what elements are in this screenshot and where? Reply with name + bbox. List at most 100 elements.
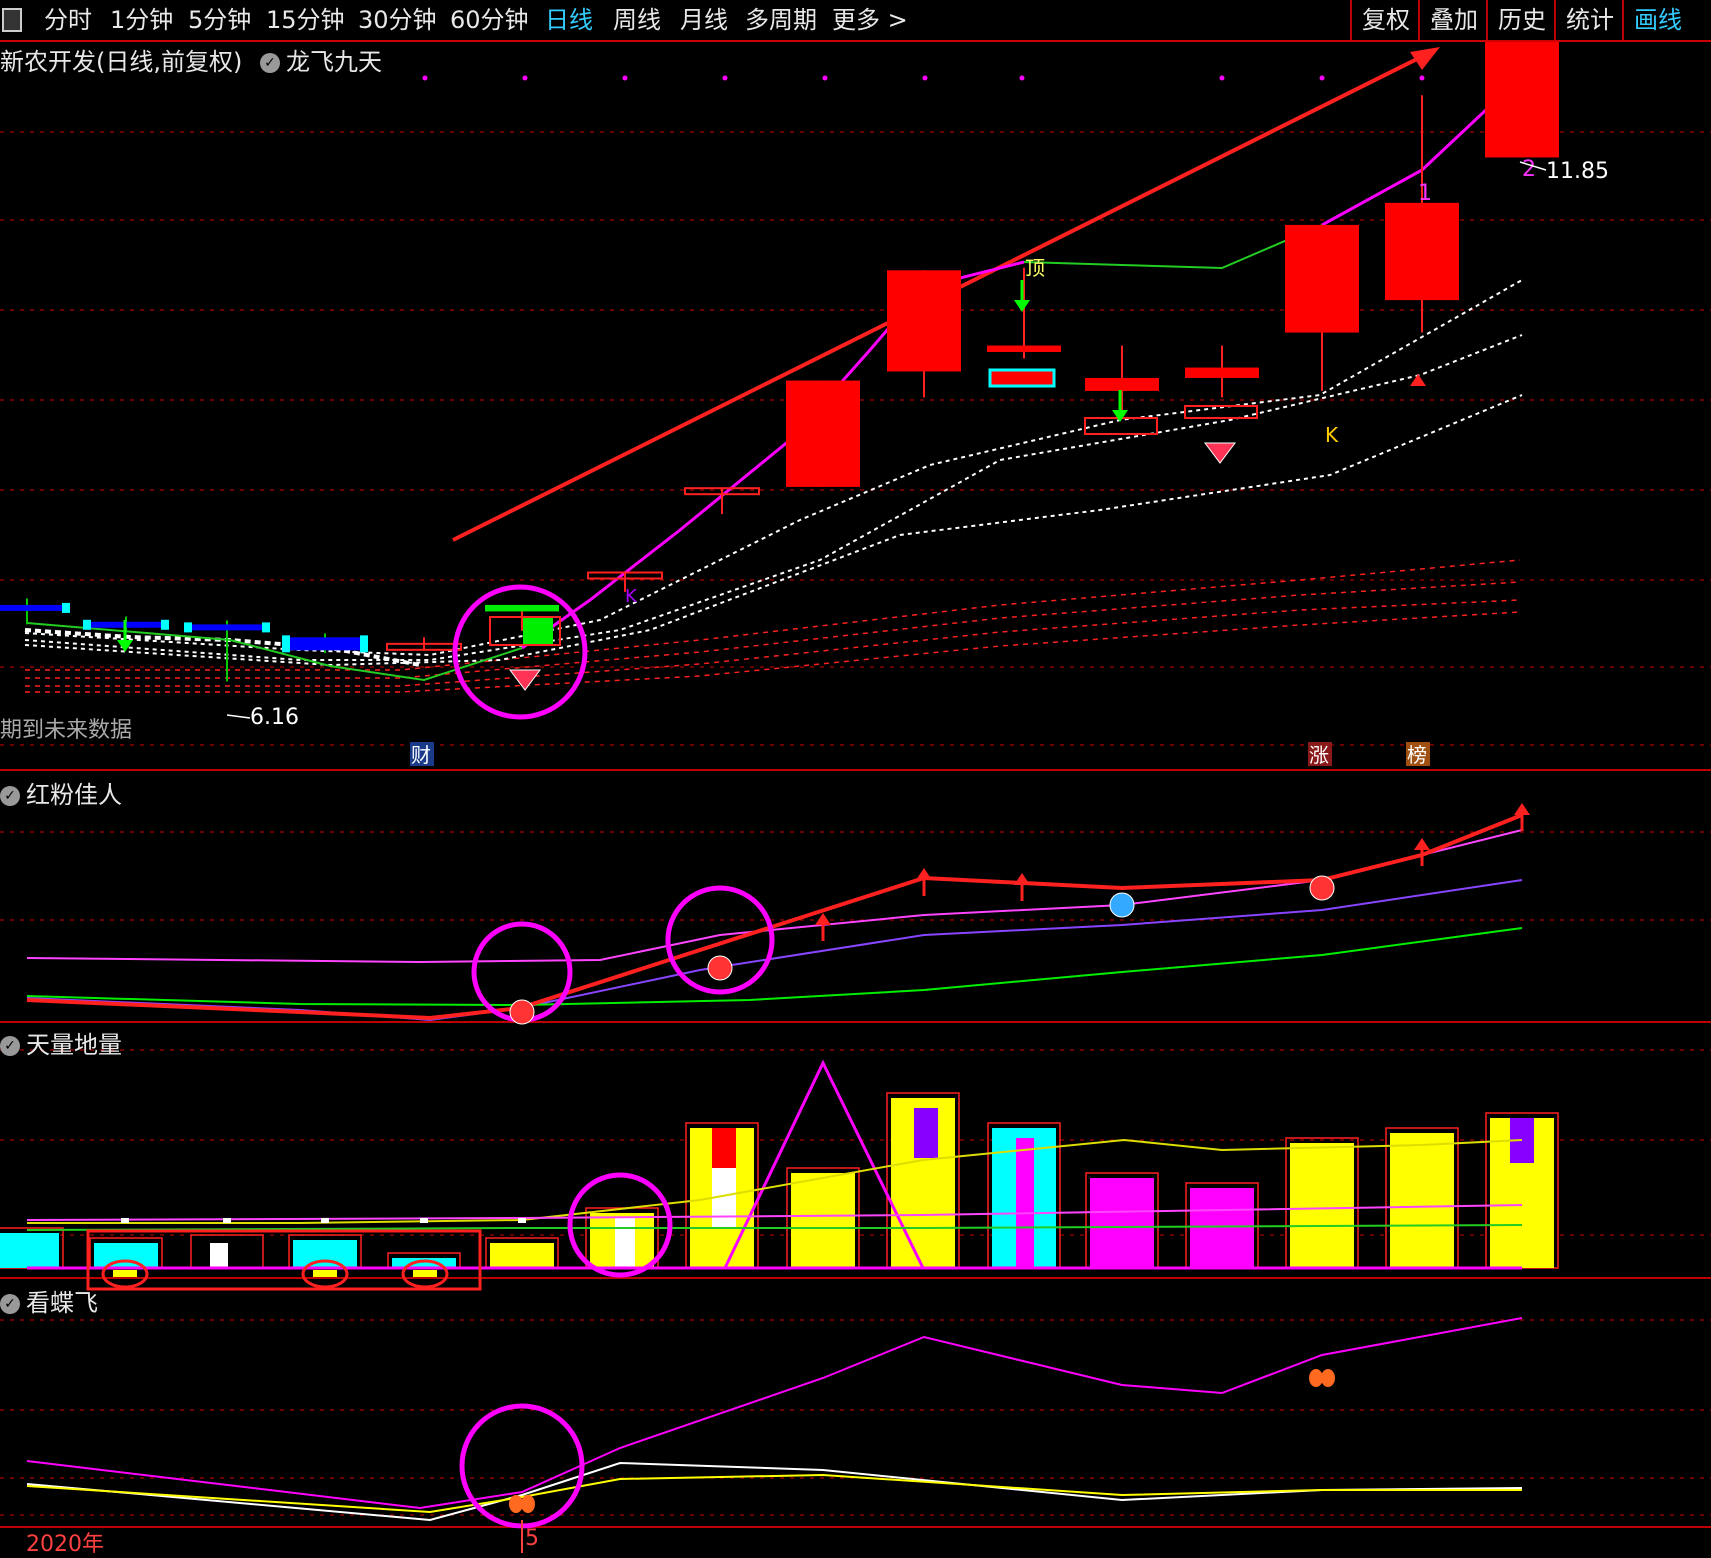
panel4-toggle-icon[interactable]: ✓ bbox=[0, 1294, 20, 1314]
candle-edge bbox=[83, 619, 91, 630]
ma-white-1 bbox=[24, 279, 1523, 657]
indicator-name: 龙飞九天 bbox=[286, 48, 382, 76]
top-dot bbox=[1219, 75, 1225, 81]
event-tag: 榜 bbox=[1407, 743, 1427, 767]
candle bbox=[1185, 367, 1259, 378]
low-pointer bbox=[226, 714, 251, 719]
candle-edge bbox=[62, 602, 70, 613]
top-dot bbox=[1019, 75, 1025, 81]
tab-5[interactable]: 60分钟 bbox=[450, 4, 529, 36]
tab-0[interactable]: 分时 bbox=[44, 4, 92, 36]
indicator-toggle-icon[interactable]: ✓ bbox=[260, 53, 280, 73]
wave-label: 1 bbox=[1418, 181, 1432, 206]
ma-red-4 bbox=[25, 611, 1521, 693]
toolbar-right-3[interactable]: 统计 bbox=[1554, 0, 1624, 40]
panel3-title: ✓ 天量地量 bbox=[0, 1025, 122, 1060]
ma-green bbox=[26, 622, 523, 682]
tab-9[interactable]: 多周期 bbox=[745, 4, 817, 36]
volume-bar bbox=[490, 1243, 554, 1268]
k-mark: K bbox=[1325, 423, 1339, 447]
kline-chart[interactable]: 2 1 11.85 6.16 K K 顶财 涨 榜 bbox=[0, 42, 1711, 1553]
tab-10[interactable]: 更多 > bbox=[832, 4, 908, 36]
panel3-title-label: 天量地量 bbox=[26, 1031, 122, 1059]
tab-6[interactable]: 日线 bbox=[545, 4, 593, 36]
stock-title: 新农开发(日线,前复权) bbox=[0, 48, 243, 76]
volume-bar-inner bbox=[712, 1128, 736, 1168]
mini-bar bbox=[113, 1270, 137, 1277]
panel3-toggle-icon[interactable]: ✓ bbox=[0, 1036, 20, 1056]
mini-bar bbox=[413, 1270, 437, 1277]
up-arrow-icon bbox=[1514, 803, 1530, 815]
volume-bar-inner bbox=[615, 1218, 635, 1268]
diamond-icon bbox=[1204, 442, 1236, 464]
tab-4[interactable]: 30分钟 bbox=[358, 4, 437, 36]
green-line bbox=[26, 927, 1523, 1007]
candle bbox=[1485, 42, 1559, 158]
k-mark: K bbox=[625, 586, 638, 607]
vol-dot bbox=[121, 1218, 129, 1223]
volume-bar bbox=[94, 1243, 158, 1268]
event-tag: 涨 bbox=[1309, 743, 1329, 767]
candle bbox=[786, 380, 860, 487]
ball-icon bbox=[509, 999, 535, 1025]
candle bbox=[887, 270, 961, 372]
tab-2[interactable]: 5分钟 bbox=[188, 4, 251, 36]
top-dot bbox=[822, 75, 828, 81]
volume-bar-inner bbox=[1313, 1143, 1331, 1268]
mini-bar bbox=[313, 1270, 337, 1277]
top-mark: 顶 bbox=[1025, 256, 1045, 280]
top-dot bbox=[722, 75, 728, 81]
period-toolbar: 分时 1分钟 5分钟 15分钟 30分钟 60分钟 日线 周线 月线 多周期 更多 > 复权 叠加 历史… bbox=[0, 0, 1711, 42]
candle-edge bbox=[184, 622, 192, 633]
volume-bar-inner bbox=[914, 1108, 938, 1158]
candle bbox=[1085, 377, 1159, 391]
top-dot bbox=[622, 75, 628, 81]
tab-7[interactable]: 周线 bbox=[613, 4, 661, 36]
main-panel-title: 新农开发(日线,前复权) ✓ 龙飞九天 bbox=[0, 42, 382, 77]
top-dot bbox=[522, 75, 528, 81]
red-signal-line bbox=[26, 813, 1523, 1021]
up-arrow-icon bbox=[916, 868, 932, 880]
up-arrow-icon bbox=[1410, 374, 1426, 386]
ball-icon bbox=[707, 955, 733, 981]
candle bbox=[288, 637, 362, 651]
vol-dot bbox=[420, 1218, 428, 1223]
toolbar-right-2[interactable]: 历史 bbox=[1486, 0, 1556, 40]
up-arrow-icon bbox=[1414, 838, 1430, 850]
toolbar-right-4[interactable]: 画线 bbox=[1622, 0, 1692, 40]
candle bbox=[0, 604, 64, 611]
top-dot bbox=[1419, 75, 1425, 81]
wave-label: 2 bbox=[1522, 157, 1536, 182]
butterfly-icon bbox=[521, 1495, 535, 1513]
trend-arrow-head bbox=[1410, 47, 1440, 70]
tab-3[interactable]: 15分钟 bbox=[266, 4, 345, 36]
butterfly-icon bbox=[509, 1495, 523, 1513]
volume-bar-inner bbox=[815, 1173, 833, 1268]
tab-1[interactable]: 1分钟 bbox=[110, 4, 173, 36]
candle bbox=[190, 624, 264, 631]
tab-8[interactable]: 月线 bbox=[680, 4, 728, 36]
toolbar-right-0[interactable]: 复权 bbox=[1350, 0, 1420, 40]
future-data-note: 期到未来数据 bbox=[0, 718, 133, 743]
volume-bar-inner bbox=[1413, 1133, 1431, 1268]
candle bbox=[485, 604, 559, 612]
panel4-title: ✓ 看蝶飞 bbox=[0, 1283, 98, 1318]
volume-bar bbox=[293, 1240, 357, 1268]
volume-bar-inner bbox=[1116, 1183, 1132, 1268]
candle bbox=[1385, 202, 1459, 301]
volume-bar-inner bbox=[1016, 1138, 1034, 1268]
window-icon[interactable] bbox=[2, 8, 22, 32]
panel2-title-label: 红粉佳人 bbox=[26, 781, 122, 809]
top-dot bbox=[1319, 75, 1325, 81]
vol-dot bbox=[518, 1218, 526, 1223]
panel2-title: ✓ 红粉佳人 bbox=[0, 775, 122, 810]
top-dot bbox=[922, 75, 928, 81]
ma-red-1 bbox=[25, 559, 1521, 671]
candle-edge bbox=[262, 622, 270, 633]
toolbar-right-1[interactable]: 叠加 bbox=[1418, 0, 1488, 40]
top-dot bbox=[422, 75, 428, 81]
down-arrow-icon bbox=[1014, 300, 1030, 312]
panel2-toggle-icon[interactable]: ✓ bbox=[0, 786, 20, 806]
low-price-label: 6.16 bbox=[250, 705, 299, 730]
up-arrow-icon bbox=[815, 913, 831, 925]
